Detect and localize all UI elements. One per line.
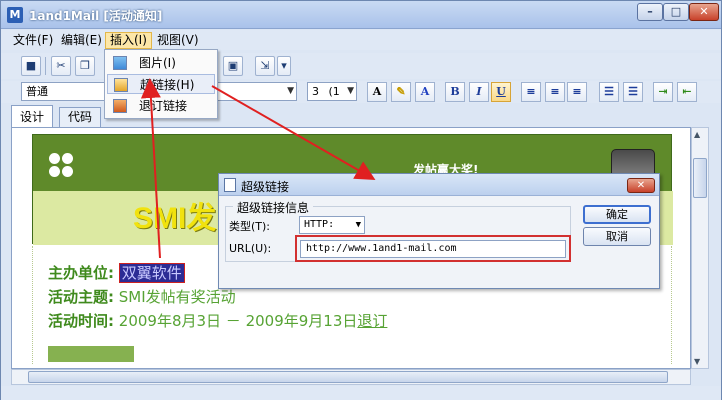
title-bar: M 1and1Mail [活动通知] – □ ✕ <box>1 1 721 29</box>
menu-bar: 文件(F) 编辑(E) 插入(I) 视图(V) <box>1 30 721 50</box>
close-button[interactable]: ✕ <box>689 3 719 21</box>
scroll-down-icon[interactable]: ▼ <box>694 357 700 366</box>
info-theme: 活动主题: SMI发帖有奖活动 <box>48 286 236 307</box>
menu-item-unsubscribe[interactable]: 退订链接 <box>107 96 215 116</box>
window-title: 1and1Mail [活动通知] <box>29 9 163 23</box>
dialog-close-button[interactable]: ✕ <box>627 178 655 193</box>
url-input[interactable]: http://www.1and1-mail.com <box>300 240 566 258</box>
theme-value: SMI发帖有奖活动 <box>118 288 236 306</box>
horizontal-scrollbar[interactable] <box>11 369 691 385</box>
tab-design[interactable]: 设计 <box>11 105 54 127</box>
type-label: 类型(T): <box>229 220 271 233</box>
highlight-icon[interactable]: ✎ <box>391 82 411 102</box>
scroll-thumb[interactable] <box>28 371 668 383</box>
vertical-scrollbar[interactable]: ▲ ▼ <box>691 127 709 369</box>
chevron-down-icon: ▼ <box>355 220 361 230</box>
font-size-value: 3 <box>312 85 319 98</box>
organizer-value[interactable]: 双翼软件 <box>118 263 185 283</box>
hyperlink-dialog: 超级链接 ✕ 超级链接信息 类型(T): HTTP: ▼ URL(U): htt… <box>218 173 660 289</box>
info-time: 活动时间: 2009年8月3日 － 2009年9月13日退订 <box>48 310 387 331</box>
document-icon <box>224 178 236 192</box>
menu-item-label: 超链接(H) <box>140 78 195 92</box>
save-icon[interactable]: ■ <box>21 56 41 76</box>
unsubscribe-icon <box>113 99 127 113</box>
scroll-thumb[interactable] <box>693 158 707 198</box>
menu-insert[interactable]: 插入(I) <box>105 32 152 49</box>
menu-item-label: 退订链接 <box>139 99 188 113</box>
font-color-icon[interactable]: A <box>367 82 387 102</box>
menu-view[interactable]: 视图(V) <box>153 32 203 49</box>
image-icon <box>113 56 127 70</box>
cut-icon[interactable]: ✂ <box>51 56 71 76</box>
italic-icon[interactable]: I <box>469 82 489 102</box>
chevron-down-icon[interactable]: ▾ <box>277 56 291 76</box>
url-label: URL(U): <box>229 242 272 255</box>
font-size-suffix: (1 <box>328 85 340 98</box>
underline-icon[interactable]: U <box>491 82 511 102</box>
banner-headline: SMI发 <box>133 202 217 235</box>
bullet-list-icon[interactable]: ☰ <box>623 82 643 102</box>
font-size-select[interactable]: 3 (1 ▼ <box>307 82 357 101</box>
menu-item-hyperlink[interactable]: 超链接(H) <box>107 74 215 94</box>
insert-menu-dropdown: 图片(I) 超链接(H) 退订链接 <box>104 49 218 119</box>
bold-icon[interactable]: B <box>445 82 465 102</box>
dialog-title: 超级链接 <box>241 180 290 194</box>
status-bar <box>1 386 721 400</box>
export-icon[interactable]: ⇲ <box>255 56 275 76</box>
minimize-button[interactable]: – <box>637 3 663 21</box>
image-icon[interactable]: ▣ <box>223 56 243 76</box>
footer-tag <box>48 346 134 362</box>
outdent-icon[interactable]: ⇤ <box>677 82 697 102</box>
menu-edit[interactable]: 编辑(E) <box>57 32 106 49</box>
menu-item-label: 图片(I) <box>139 56 176 70</box>
unsubscribe-link[interactable]: 退订 <box>357 312 387 330</box>
type-value: HTTP: <box>304 219 335 230</box>
indent-icon[interactable]: ⇥ <box>653 82 673 102</box>
info-organizer: 主办单位: 双翼软件 <box>48 262 185 283</box>
logo-icon <box>49 153 75 179</box>
menu-file[interactable]: 文件(F) <box>9 32 57 49</box>
numbered-list-icon[interactable]: ☰ <box>599 82 619 102</box>
time-value: 2009年8月3日 － 2009年9月13日 <box>118 312 358 330</box>
align-left-icon[interactable]: ≡ <box>521 82 541 102</box>
chevron-down-icon: ▼ <box>287 86 294 96</box>
chevron-down-icon: ▼ <box>347 86 354 96</box>
align-right-icon[interactable]: ≡ <box>567 82 587 102</box>
theme-label: 活动主题: <box>48 288 114 306</box>
menu-item-image[interactable]: 图片(I) <box>107 53 215 73</box>
type-select[interactable]: HTTP: ▼ <box>299 216 365 234</box>
app-icon: M <box>7 7 23 23</box>
cancel-button[interactable]: 取消 <box>583 227 651 246</box>
toolbar-separator <box>45 57 46 75</box>
font-effect-icon[interactable]: A <box>415 82 435 102</box>
maximize-button[interactable]: □ <box>663 3 689 21</box>
group-label: 超级链接信息 <box>233 199 314 216</box>
ok-button[interactable]: 确定 <box>583 205 651 224</box>
copy-icon[interactable]: ❐ <box>75 56 95 76</box>
tab-code[interactable]: 代码 <box>59 107 102 127</box>
dialog-title-bar: 超级链接 ✕ <box>219 174 659 196</box>
organizer-label: 主办单位: <box>48 264 114 282</box>
align-center-icon[interactable]: ≡ <box>545 82 565 102</box>
style-value: 普通 <box>26 85 48 98</box>
time-label: 活动时间: <box>48 312 114 330</box>
link-icon <box>114 78 128 92</box>
scroll-up-icon[interactable]: ▲ <box>694 130 700 139</box>
url-highlight-box: http://www.1and1-mail.com <box>295 235 571 262</box>
